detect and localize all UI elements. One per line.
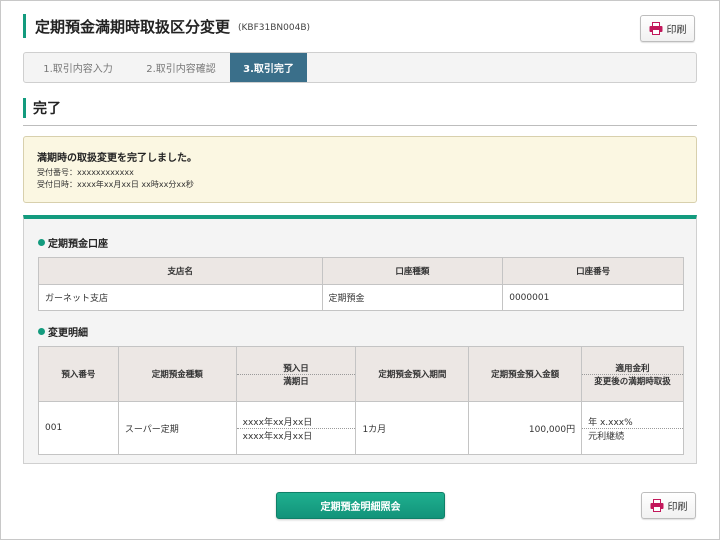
section-title: 完了 [33,101,61,117]
detail-subheading-label: 変更明細 [48,328,88,339]
bullet-dot-icon [38,239,45,246]
cell-maturity-date: xxxx年xx月xx日 [242,431,313,442]
cell-period: 1カ月 [355,401,470,455]
cell-account-type: 定期預金 [321,284,504,311]
cell-rate: 年 x.xxx% 元利継続 [581,401,684,455]
cell-applied-rate: 年 x.xxx% [582,415,683,429]
print-button-label: 印刷 [666,25,687,36]
receipt-datetime: 受付日時：xxxx年xx月xx日 xx時xx分xx秒 [37,180,194,189]
step-complete-active: 3.取引完了 [230,53,307,82]
table-header-row: 預入番号 定期預金種類 預入日 満期日 定期預金預入期間 定期預金預入金額 適用… [38,346,684,402]
cell-deposit-no: 001 [38,401,119,455]
step-input: 1.取引内容入力 [43,64,113,75]
cell-account-number: 0000001 [502,284,684,311]
printer-icon [649,22,662,35]
header-account-type: 口座種類 [321,257,504,285]
header-dates: 預入日 満期日 [235,346,357,402]
step-confirm: 2.取引内容確認 [146,64,216,75]
section-accent-bar [23,98,26,118]
receipt-number: 受付番号：xxxxxxxxxxxx [37,168,134,177]
table-header-row: 支店名 口座種類 口座番号 [38,257,684,285]
header-period: 定期預金預入期間 [355,346,470,402]
header-applied-rate: 適用金利 [582,362,683,375]
progress-steps: 1.取引内容入力 2.取引内容確認 3.取引完了 [23,52,697,83]
page-frame: 定期預金満期時取扱区分変更 (KBF31BN004B) 印刷 1.取引内容入力 … [0,0,720,540]
cell-dates: xxxx年xx月xx日 xxxx年xx月xx日 [235,401,357,455]
section-divider [23,125,697,126]
account-subheading: 定期預金口座 [38,235,108,250]
page-title: 定期預金満期時取扱区分変更 [35,17,231,36]
bullet-dot-icon [38,328,45,335]
completion-message: 満期時の取扱変更を完了しました。 [37,153,197,164]
cell-deposit-type: スーパー定期 [117,401,237,455]
table-row: ガーネット支店 定期預金 0000001 [38,284,684,311]
page-header: 定期預金満期時取扱区分変更 (KBF31BN004B) [23,13,310,39]
header-deposit-no: 預入番号 [38,346,119,402]
table-row: 001 スーパー定期 xxxx年xx月xx日 xxxx年xx月xx日 1カ月 1… [38,401,684,455]
details-panel: 定期預金口座 支店名 口座種類 口座番号 ガーネット支店 定期預金 000000… [23,215,697,464]
print-button-label: 印刷 [667,502,688,513]
header-amount: 定期預金預入金額 [468,346,583,402]
cell-amount: 100,000円 [468,401,583,455]
detail-table: 預入番号 定期預金種類 預入日 満期日 定期預金預入期間 定期預金預入金額 適用… [38,346,684,455]
header-account-number: 口座番号 [502,257,684,285]
title-accent-bar [23,14,26,38]
cell-branch: ガーネット支店 [38,284,323,311]
cell-maturity-handling: 元利継続 [588,431,625,442]
detail-subheading: 変更明細 [38,324,88,339]
header-maturity-date: 満期日 [283,376,309,387]
section-header: 完了 [23,97,61,119]
cell-deposit-date: xxxx年xx月xx日 [236,415,356,429]
completion-notice: 満期時の取扱変更を完了しました。 受付番号：xxxxxxxxxxxx 受付日時：… [23,136,697,203]
deposit-statement-button[interactable]: 定期預金明細照会 [276,492,445,519]
header-rate: 適用金利 変更後の満期時取扱 [581,346,684,402]
header-branch: 支店名 [38,257,323,285]
header-maturity-handling: 変更後の満期時取扱 [594,376,671,387]
print-button-top[interactable]: 印刷 [640,15,695,42]
header-deposit-type: 定期預金種類 [117,346,237,402]
print-button-bottom[interactable]: 印刷 [641,492,696,519]
screen-code: (KBF31BN004B) [238,22,311,33]
account-subheading-label: 定期預金口座 [48,239,108,250]
printer-icon [650,499,663,512]
header-deposit-date: 預入日 [236,362,356,375]
account-table: 支店名 口座種類 口座番号 ガーネット支店 定期預金 0000001 [38,257,684,311]
